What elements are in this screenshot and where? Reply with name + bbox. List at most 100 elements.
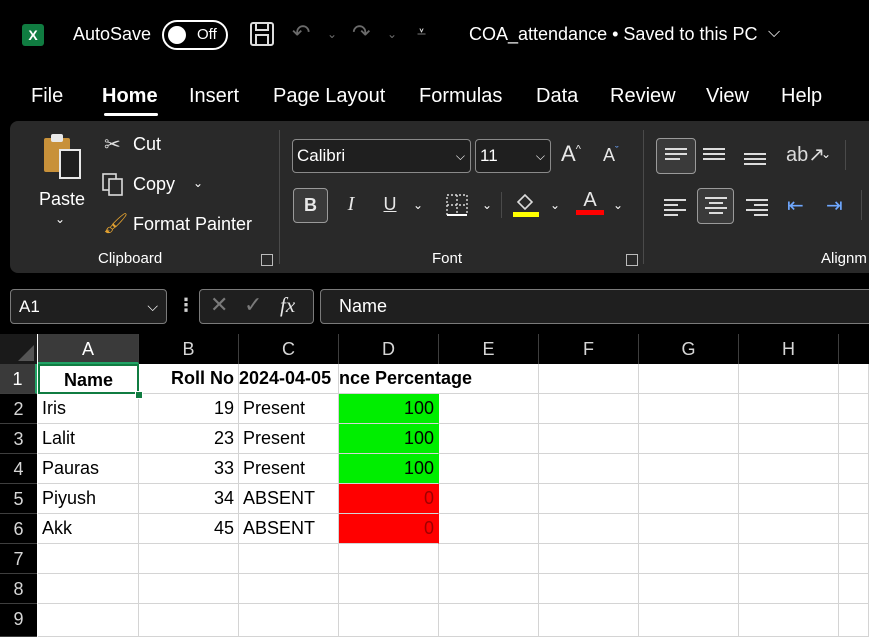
copy-icon[interactable]	[101, 172, 125, 198]
empty-cell[interactable]	[439, 574, 539, 604]
cell-a6[interactable]: Akk	[38, 514, 139, 544]
cell-d1[interactable]: nce Percentage	[339, 364, 472, 394]
empty-cell[interactable]	[38, 604, 139, 637]
empty-cell[interactable]	[739, 364, 839, 394]
select-all-button[interactable]	[0, 334, 37, 364]
fill-color-dropdown-icon[interactable]: ⌄	[550, 198, 560, 212]
save-icon[interactable]	[249, 20, 275, 48]
paste-label[interactable]: Paste	[39, 189, 85, 210]
copy-button[interactable]: Copy	[133, 174, 175, 195]
font-color-dropdown-icon[interactable]: ⌄	[613, 198, 623, 212]
fill-handle[interactable]	[135, 391, 143, 399]
cell-b2[interactable]: 19	[139, 394, 239, 424]
empty-cell[interactable]	[539, 454, 639, 484]
borders-icon[interactable]	[445, 193, 469, 217]
autosave-toggle[interactable]: Off	[162, 20, 228, 50]
cell-a3[interactable]: Lalit	[38, 424, 139, 454]
empty-cell[interactable]	[639, 514, 739, 544]
column-header-a[interactable]: A	[38, 334, 139, 364]
increase-indent-icon[interactable]: ⇥	[826, 193, 843, 218]
title-chevron-down-icon[interactable]: ⌵	[768, 24, 780, 42]
row-header-4[interactable]: 4	[0, 454, 37, 484]
empty-cell[interactable]	[339, 574, 439, 604]
column-header-c[interactable]: C	[239, 334, 339, 364]
decrease-indent-icon[interactable]: ⇤	[787, 193, 804, 218]
enter-check-icon[interactable]: ✓	[244, 292, 262, 318]
fill-color-icon[interactable]	[512, 190, 540, 218]
align-center-button[interactable]	[697, 188, 734, 224]
empty-cell[interactable]	[139, 574, 239, 604]
cell-b6[interactable]: 45	[139, 514, 239, 544]
decrease-font-size-icon[interactable]: Aˇ	[603, 145, 619, 166]
clipboard-launcher-icon[interactable]	[261, 254, 273, 266]
empty-cell[interactable]	[739, 544, 839, 574]
undo-dropdown-icon[interactable]: ⌄	[327, 27, 337, 41]
empty-cell[interactable]	[639, 364, 739, 394]
cell-d5[interactable]: 0	[339, 484, 439, 514]
empty-cell[interactable]	[539, 364, 639, 394]
tab-formulas[interactable]: Formulas	[419, 85, 502, 108]
cell-b1[interactable]: Roll No	[139, 364, 239, 394]
empty-cell[interactable]	[539, 514, 639, 544]
cell-c6[interactable]: ABSENT	[239, 514, 339, 544]
row-header-7[interactable]: 7	[0, 544, 37, 574]
empty-cell[interactable]	[839, 454, 869, 484]
orientation-dropdown-icon[interactable]: ⌄	[821, 147, 831, 161]
paste-icon[interactable]	[40, 132, 84, 182]
empty-cell[interactable]	[839, 424, 869, 454]
align-left-icon[interactable]	[664, 196, 686, 219]
tab-data[interactable]: Data	[536, 85, 578, 108]
cell-d3[interactable]: 100	[339, 424, 439, 454]
row-header-2[interactable]: 2	[0, 394, 37, 424]
column-header-d[interactable]: D	[339, 334, 439, 364]
font-launcher-icon[interactable]	[626, 254, 638, 266]
empty-cell[interactable]	[639, 454, 739, 484]
column-header-i[interactable]	[839, 334, 869, 364]
empty-cell[interactable]	[739, 514, 839, 544]
empty-cell[interactable]	[639, 484, 739, 514]
empty-cell[interactable]	[439, 424, 539, 454]
row-header-3[interactable]: 3	[0, 424, 37, 454]
cell-a4[interactable]: Pauras	[38, 454, 139, 484]
middle-align-icon[interactable]	[703, 145, 725, 163]
tab-file[interactable]: File	[31, 85, 63, 108]
empty-cell[interactable]	[439, 454, 539, 484]
tab-page-layout[interactable]: Page Layout	[273, 85, 385, 108]
insert-function-icon[interactable]: fx	[280, 293, 295, 318]
redo-icon[interactable]: ↷	[352, 20, 370, 46]
cell-c1[interactable]: 2024-04-05	[239, 364, 339, 394]
font-size-combo[interactable]: 11 ⌵	[475, 139, 551, 173]
cell-d4[interactable]: 100	[339, 454, 439, 484]
cell-a5[interactable]: Piyush	[38, 484, 139, 514]
empty-cell[interactable]	[839, 604, 869, 637]
column-header-g[interactable]: G	[639, 334, 739, 364]
empty-cell[interactable]	[839, 544, 869, 574]
empty-cell[interactable]	[439, 514, 539, 544]
cancel-icon[interactable]: ✕	[210, 292, 228, 318]
empty-cell[interactable]	[739, 454, 839, 484]
tab-view[interactable]: View	[706, 85, 749, 108]
empty-cell[interactable]	[539, 424, 639, 454]
empty-cell[interactable]	[839, 484, 869, 514]
row-header-1[interactable]: 1	[0, 364, 37, 394]
column-header-h[interactable]: H	[739, 334, 839, 364]
font-name-combo[interactable]: Calibri ⌵	[292, 139, 471, 173]
undo-icon[interactable]: ↶	[292, 20, 310, 46]
empty-cell[interactable]	[139, 604, 239, 637]
empty-cell[interactable]	[239, 604, 339, 637]
empty-cell[interactable]	[439, 484, 539, 514]
empty-cell[interactable]	[739, 604, 839, 637]
cell-c4[interactable]: Present	[239, 454, 339, 484]
formula-input[interactable]: Name	[320, 289, 869, 324]
format-painter-icon[interactable]: 🖌	[103, 211, 128, 236]
empty-cell[interactable]	[839, 514, 869, 544]
increase-font-size-icon[interactable]: A^	[561, 141, 581, 167]
empty-cell[interactable]	[539, 574, 639, 604]
italic-button[interactable]: I	[337, 188, 365, 223]
cell-a2[interactable]: Iris	[38, 394, 139, 424]
bold-button[interactable]: B	[293, 188, 328, 223]
empty-cell[interactable]	[539, 394, 639, 424]
row-header-9[interactable]: 9	[0, 604, 37, 637]
tab-home[interactable]: Home	[102, 85, 158, 108]
cell-c3[interactable]: Present	[239, 424, 339, 454]
